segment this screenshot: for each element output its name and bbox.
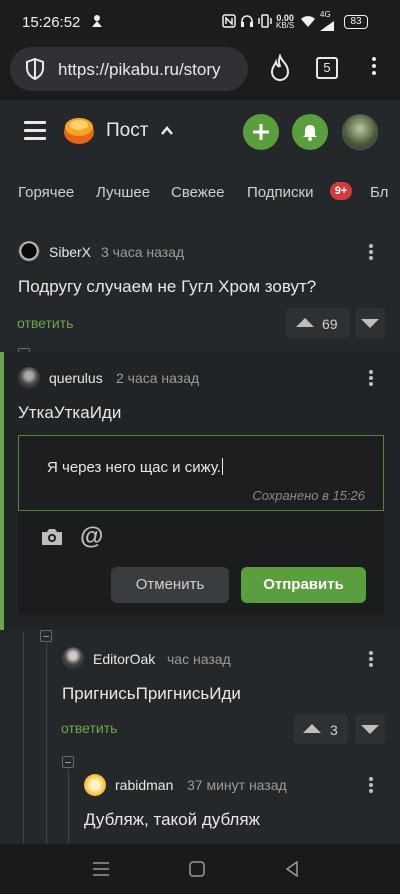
network-speed: 0.00 KB/S xyxy=(276,14,294,30)
plus-icon xyxy=(253,124,269,140)
vote-box: 3 xyxy=(294,714,348,744)
feed-tabs: Горячее Лучшее Свежее Подписки 9+ Бл xyxy=(0,162,400,222)
tab-fresh[interactable]: Свежее xyxy=(171,184,225,201)
avatar[interactable] xyxy=(62,647,84,669)
more-options-icon[interactable] xyxy=(365,649,377,671)
cancel-button[interactable]: Отменить xyxy=(111,567,229,603)
page-title[interactable]: Пост xyxy=(106,120,148,142)
comment: SiberX 3 часа назад Подругу случаем не Г… xyxy=(0,222,400,360)
shield-icon[interactable] xyxy=(24,57,46,81)
reply-toolbar: @ Отменить Отправить xyxy=(18,511,384,615)
downvote-icon xyxy=(361,319,379,328)
user-avatar[interactable] xyxy=(342,114,378,150)
text-cursor xyxy=(221,458,223,475)
reply-link[interactable]: ответить xyxy=(61,720,117,736)
status-time: 15:26:52 xyxy=(22,14,81,31)
back-icon[interactable] xyxy=(285,861,299,877)
comment-time[interactable]: 2 часа назад xyxy=(116,370,199,386)
status-bar: 15:26:52 0.00 KB/S 4G 83 xyxy=(0,0,400,44)
more-options-icon[interactable] xyxy=(365,775,377,797)
active-indicator xyxy=(0,352,4,630)
tab-best[interactable]: Лучшее xyxy=(96,184,150,201)
downvote-icon xyxy=(361,725,379,734)
chevron-up-icon[interactable] xyxy=(160,124,174,138)
hamburger-icon[interactable] xyxy=(24,121,46,141)
rating: 3 xyxy=(330,722,338,738)
avatar[interactable] xyxy=(84,774,106,796)
comment-author[interactable]: EditorOak xyxy=(93,651,155,667)
upvote-icon[interactable] xyxy=(296,318,314,327)
comment-time[interactable]: час назад xyxy=(167,651,231,667)
reply-textarea[interactable]: Я через него щас и сижу. Сохранено в 15:… xyxy=(18,435,384,511)
vote-box: 69 xyxy=(286,308,350,338)
subscriptions-badge: 9+ xyxy=(330,182,352,200)
comment-text: ПригнисьПригнисьИди xyxy=(62,684,241,703)
notification-app-icon xyxy=(90,14,104,31)
menu-icon[interactable] xyxy=(93,862,109,876)
comment-time[interactable]: 3 часа назад xyxy=(101,244,184,260)
saved-note: Сохранено в 15:26 xyxy=(252,488,365,503)
network-type: 4G xyxy=(320,10,331,19)
more-options-icon[interactable] xyxy=(365,242,377,264)
vibrate-icon xyxy=(258,14,272,31)
comment-text: Дубляж, такой дубляж xyxy=(84,810,260,829)
browser-toolbar: https://pikabu.ru/story 5 xyxy=(0,44,400,100)
comment: EditorOak час назад ПригнисьПригнисьИди … xyxy=(0,632,400,752)
upvote-icon[interactable] xyxy=(303,724,321,733)
comment-time[interactable]: 37 минут назад xyxy=(187,777,287,793)
comment-text: УткаУткаИди xyxy=(18,403,122,422)
send-button[interactable]: Отправить xyxy=(241,567,366,603)
headphones-icon xyxy=(240,14,254,31)
address-bar[interactable]: https://pikabu.ru/story xyxy=(10,47,248,91)
url-text[interactable]: https://pikabu.ru/story xyxy=(58,60,244,80)
signal-icon xyxy=(320,19,334,34)
add-post-button[interactable] xyxy=(243,114,279,150)
comment: rabidman 37 минут назад Дубляж, такой ду… xyxy=(0,762,400,844)
comment-author[interactable]: rabidman xyxy=(115,777,173,793)
reply-link[interactable]: ответить xyxy=(17,315,73,331)
browser-menu-icon[interactable] xyxy=(366,54,382,82)
bell-icon xyxy=(303,125,317,141)
downvote-button[interactable] xyxy=(355,714,385,744)
rating: 69 xyxy=(322,316,338,332)
reply-text[interactable]: Я через него щас и сижу. xyxy=(47,458,223,476)
comment-author[interactable]: SiberX xyxy=(49,244,91,260)
tabs-count-button[interactable]: 5 xyxy=(316,57,338,79)
home-icon[interactable] xyxy=(189,861,205,877)
nfc-icon xyxy=(222,14,236,31)
reply-text-value[interactable]: Я через него щас и сижу. xyxy=(47,459,221,476)
notifications-button[interactable] xyxy=(292,114,328,150)
pikabu-logo[interactable] xyxy=(62,114,96,146)
camera-icon[interactable] xyxy=(40,527,64,547)
tab-subscriptions[interactable]: Подписки xyxy=(247,184,314,201)
comment-active: querulus 2 часа назад УткаУткаИди Я чере… xyxy=(0,352,400,630)
site-header: Пост xyxy=(0,100,400,162)
tab-blogs[interactable]: Бл xyxy=(370,184,388,201)
wifi-icon xyxy=(300,14,316,31)
battery-indicator: 83 xyxy=(344,15,368,29)
comment-text: Подругу случаем не Гугл Хром зовут? xyxy=(18,277,317,296)
avatar[interactable] xyxy=(18,241,40,263)
system-navigation-bar xyxy=(0,844,400,894)
avatar[interactable] xyxy=(18,367,40,389)
downvote-button[interactable] xyxy=(355,308,385,338)
comment-author[interactable]: querulus xyxy=(49,370,103,386)
fire-icon[interactable] xyxy=(268,54,292,82)
more-options-icon[interactable] xyxy=(365,368,377,390)
tab-hot[interactable]: Горячее xyxy=(18,184,74,201)
at-icon[interactable]: @ xyxy=(80,523,103,551)
comments-section: SiberX 3 часа назад Подругу случаем не Г… xyxy=(0,222,400,844)
network-speed-unit: KB/S xyxy=(276,21,295,30)
